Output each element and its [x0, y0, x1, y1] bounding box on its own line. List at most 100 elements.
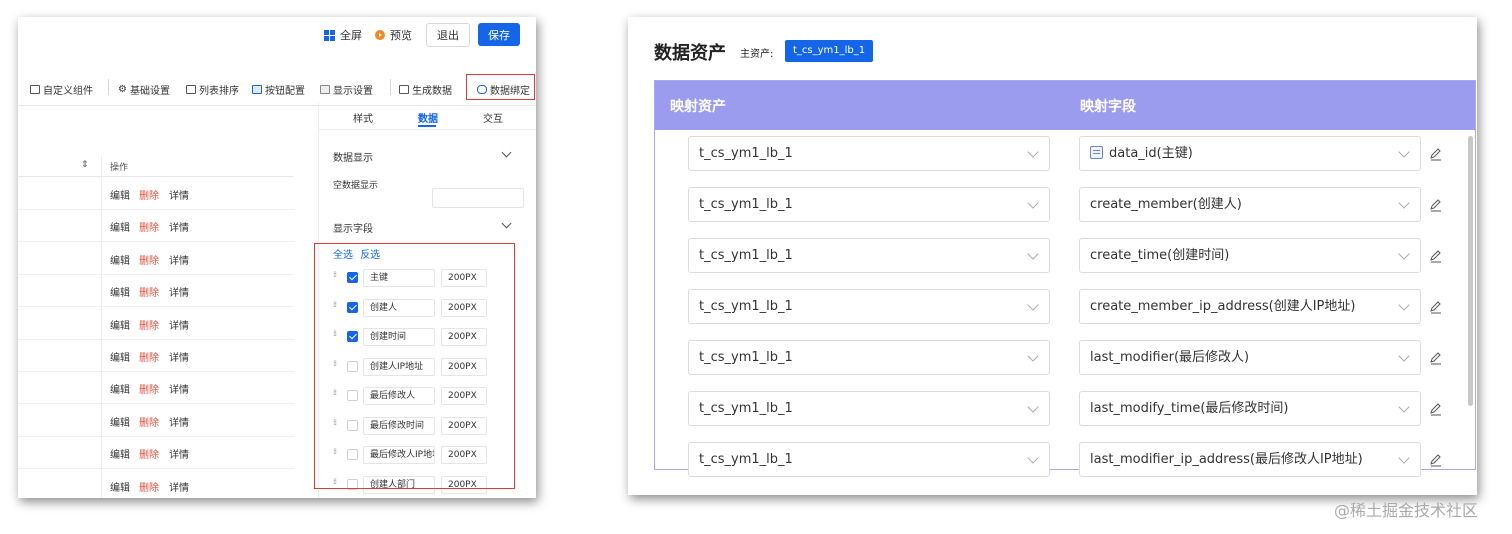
detail-link[interactable]: 详情 [169, 187, 189, 202]
delete-link[interactable]: 删除 [139, 414, 159, 429]
table-row: 编辑 删除 详情 [18, 436, 294, 470]
asset-select[interactable]: t_cs_ym1_lb_1 [688, 289, 1050, 324]
field-select[interactable]: create_time(创建时间) [1079, 238, 1421, 273]
edit-pencil-icon[interactable] [1429, 351, 1443, 365]
scrollbar[interactable] [1468, 136, 1473, 406]
detail-link[interactable]: 详情 [169, 349, 189, 364]
detail-link[interactable]: 详情 [169, 479, 189, 494]
form-designer-screenshot: 全屏 预览 退出 保存 自定义组件 ⚙ 基础设置 列表排序 按钮配置 显示设置 生… [18, 17, 536, 498]
chevron-down-icon [1398, 452, 1410, 464]
chevron-down-icon [1398, 350, 1410, 362]
tab-interaction[interactable]: 交互 [483, 110, 503, 125]
chevron-down-icon[interactable] [501, 218, 512, 229]
watermark: @稀土掘金技术社区 [1334, 501, 1479, 520]
data-binding-highlight-box [466, 74, 535, 100]
field-select-value: last_modifier(最后修改人) [1090, 350, 1250, 365]
edit-link[interactable]: 编辑 [110, 414, 130, 429]
edit-link[interactable]: 编辑 [110, 252, 130, 267]
toolbar-basic-settings[interactable]: ⚙ 基础设置 [118, 82, 170, 97]
toolbar-generate-data[interactable]: 生成数据 [399, 82, 452, 97]
chevron-down-icon [1398, 197, 1410, 209]
field-select-value: create_member_ip_address(创建人IP地址) [1090, 299, 1356, 314]
delete-link[interactable]: 删除 [139, 284, 159, 299]
delete-link[interactable]: 删除 [139, 479, 159, 494]
detail-link[interactable]: 详情 [169, 317, 189, 332]
mapping-row: t_cs_ym1_lb_1 create_member(创建人) [655, 187, 1463, 238]
exit-button[interactable]: 退出 [426, 23, 470, 47]
asset-select-value: t_cs_ym1_lb_1 [699, 452, 793, 467]
table-row: 编辑 删除 详情 [18, 371, 294, 405]
asset-column-header: 映射资产 [670, 99, 726, 115]
delete-link[interactable]: 删除 [139, 187, 159, 202]
toolbar-label: 自定义组件 [43, 86, 93, 97]
fullscreen-button[interactable]: 全屏 [324, 27, 362, 43]
edit-pencil-icon[interactable] [1429, 249, 1443, 263]
mapping-table-header: 映射资产 映射字段 [655, 81, 1475, 130]
primary-key-icon [1090, 146, 1103, 159]
detail-link[interactable]: 详情 [169, 219, 189, 234]
field-select[interactable]: create_member(创建人) [1079, 187, 1421, 222]
table-row: 编辑 删除 详情 [18, 274, 294, 308]
empty-display-input[interactable] [432, 188, 524, 208]
asset-select[interactable]: t_cs_ym1_lb_1 [688, 136, 1050, 171]
delete-link[interactable]: 删除 [139, 381, 159, 396]
delete-link[interactable]: 删除 [139, 349, 159, 364]
mapping-row: t_cs_ym1_lb_1 last_modifier(最后修改人) [655, 340, 1463, 391]
delete-link[interactable]: 删除 [139, 219, 159, 234]
asset-select[interactable]: t_cs_ym1_lb_1 [688, 238, 1050, 273]
asset-select[interactable]: t_cs_ym1_lb_1 [688, 391, 1050, 426]
generate-icon [399, 85, 409, 94]
edit-link[interactable]: 编辑 [110, 381, 130, 396]
display-fields-title[interactable]: 显示字段 [333, 220, 373, 235]
field-select-value: create_member(创建人) [1090, 197, 1242, 212]
edit-square-icon [30, 85, 40, 94]
edit-link[interactable]: 编辑 [110, 187, 130, 202]
save-button[interactable]: 保存 [478, 23, 520, 46]
field-select-value: data_id(主键) [1109, 146, 1193, 161]
delete-link[interactable]: 删除 [139, 317, 159, 332]
asset-select-value: t_cs_ym1_lb_1 [699, 401, 793, 416]
delete-link[interactable]: 删除 [139, 446, 159, 461]
detail-link[interactable]: 详情 [169, 252, 189, 267]
edit-link[interactable]: 编辑 [110, 446, 130, 461]
edit-link[interactable]: 编辑 [110, 284, 130, 299]
chevron-down-icon[interactable] [501, 147, 512, 158]
delete-link[interactable]: 删除 [139, 252, 159, 267]
toolbar-custom-component[interactable]: 自定义组件 [30, 82, 93, 97]
tab-style[interactable]: 样式 [353, 110, 373, 125]
asset-select[interactable]: t_cs_ym1_lb_1 [688, 187, 1050, 222]
data-display-title[interactable]: 数据显示 [333, 149, 373, 164]
toolbar-label: 列表排序 [199, 86, 239, 97]
sort-icon[interactable]: ⇕ [81, 160, 89, 170]
field-select-value: create_time(创建时间) [1090, 248, 1230, 263]
detail-link[interactable]: 详情 [169, 414, 189, 429]
edit-link[interactable]: 编辑 [110, 479, 130, 494]
edit-pencil-icon[interactable] [1429, 453, 1443, 467]
field-select[interactable]: create_member_ip_address(创建人IP地址) [1079, 289, 1421, 324]
toolbar-label: 生成数据 [412, 86, 452, 97]
asset-select[interactable]: t_cs_ym1_lb_1 [688, 442, 1050, 477]
preview-button[interactable]: 预览 [375, 27, 412, 43]
detail-link[interactable]: 详情 [169, 284, 189, 299]
edit-pencil-icon[interactable] [1429, 147, 1443, 161]
edit-pencil-icon[interactable] [1429, 300, 1443, 314]
chevron-down-icon [1027, 350, 1039, 362]
edit-pencil-icon[interactable] [1429, 198, 1443, 212]
field-select[interactable]: data_id(主键) [1079, 136, 1421, 171]
edit-link[interactable]: 编辑 [110, 219, 130, 234]
edit-link[interactable]: 编辑 [110, 349, 130, 364]
edit-pencil-icon[interactable] [1429, 402, 1443, 416]
field-select[interactable]: last_modifier(最后修改人) [1079, 340, 1421, 375]
field-select[interactable]: last_modify_time(最后修改时间) [1079, 391, 1421, 426]
fullscreen-label: 全屏 [340, 29, 362, 42]
page-title: 数据资产 [654, 43, 726, 64]
detail-link[interactable]: 详情 [169, 446, 189, 461]
toolbar-button-config[interactable]: 按钮配置 [252, 82, 305, 97]
edit-link[interactable]: 编辑 [110, 317, 130, 332]
toolbar-display-settings[interactable]: 显示设置 [320, 82, 373, 97]
asset-select[interactable]: t_cs_ym1_lb_1 [688, 340, 1050, 375]
toolbar-list-sort[interactable]: 列表排序 [186, 82, 239, 97]
field-select[interactable]: last_modifier_ip_address(最后修改人IP地址) [1079, 442, 1421, 477]
detail-link[interactable]: 详情 [169, 381, 189, 396]
tab-data[interactable]: 数据 [418, 110, 438, 125]
